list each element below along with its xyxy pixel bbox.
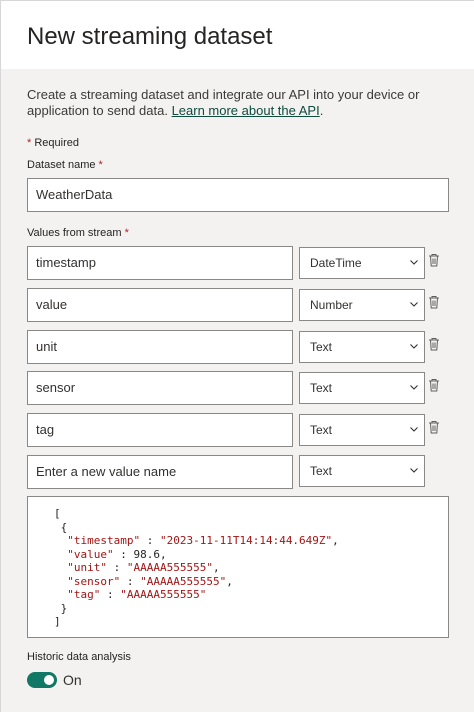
value-type-select[interactable]: Number <box>299 289 425 321</box>
dataset-name-label-text: Dataset name <box>27 159 96 171</box>
json-value: "AAAAA555555" <box>140 574 227 588</box>
json-comma: , <box>226 574 233 588</box>
value-name-input[interactable]: tag <box>27 413 293 447</box>
values-from-stream-label-text: Values from stream <box>27 227 122 239</box>
delete-icon[interactable] <box>428 253 440 267</box>
json-value: "AAAAA555555" <box>126 561 213 574</box>
json-line: "value" : 98.6, <box>67 548 166 561</box>
value-name-input[interactable]: unit <box>27 330 293 364</box>
sample-json-payload[interactable]: [ { "timestamp" : "2023-11-11T14:14:44.6… <box>27 496 449 638</box>
json-key: "timestamp" <box>67 534 141 547</box>
value-type-select[interactable]: Text <box>299 331 425 363</box>
historic-data-toggle[interactable] <box>27 672 57 688</box>
json-sep: : <box>140 534 160 547</box>
values-from-stream-label: Values from stream * <box>27 227 129 239</box>
json-line: "sensor" : "AAAAA555555", <box>67 575 233 588</box>
json-line: "tag" : "AAAAA555555" <box>67 588 206 601</box>
dataset-name-label: Dataset name * <box>27 159 103 171</box>
new-value-name-input[interactable]: Enter a new value name <box>27 455 293 489</box>
required-text: Required <box>31 137 79 149</box>
historic-data-label: Historic data analysis <box>27 651 131 663</box>
value-name-input[interactable]: sensor <box>27 371 293 405</box>
json-open-brace: { <box>60 520 68 534</box>
chevron-down-icon <box>410 385 418 390</box>
value-name-input[interactable]: timestamp <box>27 246 293 280</box>
new-value-type-select[interactable]: Text <box>299 455 425 487</box>
json-close-brace: } <box>60 601 68 615</box>
required-star: * <box>124 227 129 239</box>
json-key: "unit" <box>67 561 107 574</box>
value-type-selected: Text <box>310 464 333 478</box>
value-type-select[interactable]: Text <box>299 414 425 446</box>
streaming-dataset-panel: New streaming dataset Create a streaming… <box>0 0 474 712</box>
value-type-selected: Number <box>310 298 353 312</box>
intro-text: Create a streaming dataset and integrate… <box>27 87 447 119</box>
json-line: "timestamp" : "2023-11-11T14:14:44.649Z"… <box>67 534 339 547</box>
value-type-select[interactable]: DateTime <box>299 247 425 279</box>
historic-data-state: On <box>63 672 82 688</box>
json-sep: : <box>113 547 134 561</box>
learn-more-link[interactable]: Learn more about the API <box>172 103 320 118</box>
json-sep: : <box>120 574 141 588</box>
panel-header: New streaming dataset <box>1 1 474 69</box>
intro-suffix: . <box>319 103 324 118</box>
delete-icon[interactable] <box>428 337 440 351</box>
json-sep: : <box>100 588 121 601</box>
toggle-knob <box>44 675 54 685</box>
chevron-down-icon <box>410 427 418 432</box>
value-name-input[interactable]: value <box>27 288 293 322</box>
json-value: "2023-11-11T14:14:44.649Z" <box>159 534 333 547</box>
value-type-selected: Text <box>310 340 333 354</box>
json-key: "sensor" <box>67 574 121 588</box>
chevron-down-icon <box>410 468 418 473</box>
delete-icon[interactable] <box>428 295 440 309</box>
json-line: "unit" : "AAAAA555555", <box>67 561 219 574</box>
json-comma: , <box>332 534 339 547</box>
json-open-bracket: [ <box>54 507 61 520</box>
json-comma: , <box>159 547 167 561</box>
required-star: * <box>98 159 103 171</box>
chevron-down-icon <box>410 344 418 349</box>
json-sep: : <box>107 561 127 574</box>
value-type-selected: Text <box>310 381 333 395</box>
delete-icon[interactable] <box>428 420 440 434</box>
panel-title: New streaming dataset <box>27 23 273 50</box>
chevron-down-icon <box>410 302 418 307</box>
value-type-selected: Text <box>310 423 333 437</box>
json-key: "value" <box>67 547 114 561</box>
json-value: "AAAAA555555" <box>120 588 207 601</box>
json-comma: , <box>212 561 220 574</box>
dataset-name-input[interactable]: WeatherData <box>27 178 449 212</box>
json-close-bracket: ] <box>54 615 61 628</box>
chevron-down-icon <box>410 260 418 265</box>
delete-icon[interactable] <box>428 378 440 392</box>
json-value: 98.6 <box>133 547 160 561</box>
value-type-selected: DateTime <box>310 256 362 270</box>
json-key: "tag" <box>67 588 101 601</box>
value-type-select[interactable]: Text <box>299 372 425 404</box>
required-note: * Required <box>27 137 79 149</box>
